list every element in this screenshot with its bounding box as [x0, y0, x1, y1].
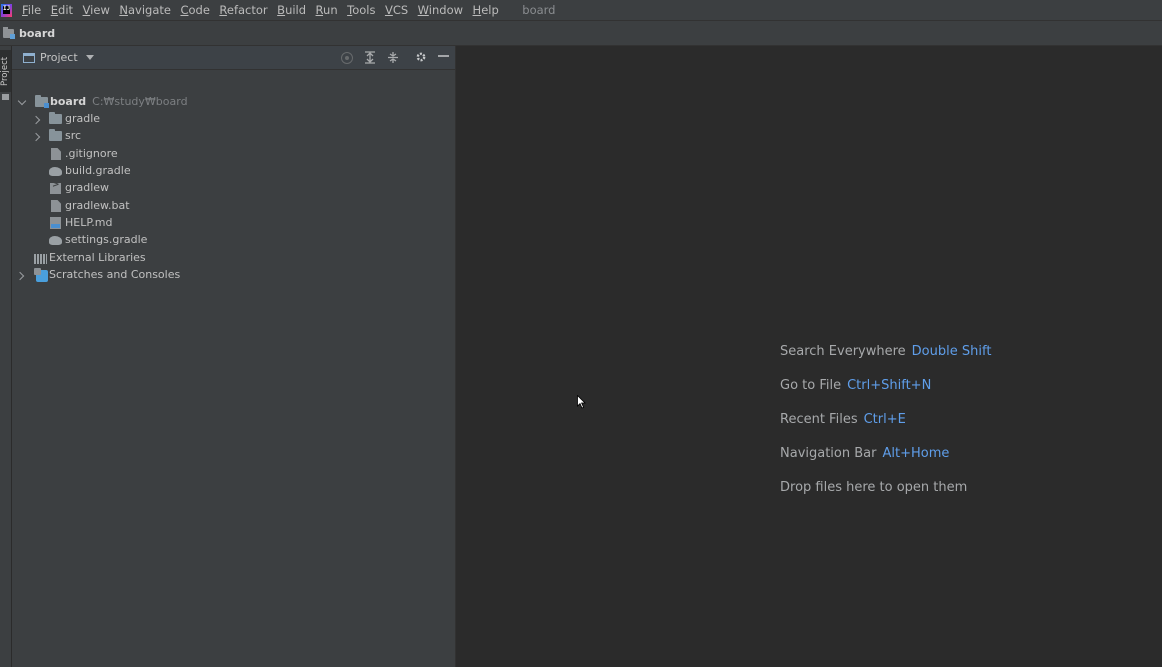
- project-tab-label: Project: [0, 56, 10, 86]
- tree-label: settings.gradle: [65, 233, 148, 246]
- tree-label: .gitignore: [65, 147, 118, 160]
- intellij-logo-icon[interactable]: IJ: [1, 3, 12, 17]
- project-path-hint: C:₩study₩board: [92, 95, 188, 108]
- gear-icon[interactable]: [415, 51, 427, 67]
- hint-drop-files: Drop files here to open them: [780, 480, 967, 495]
- editor-area[interactable]: Search Everywhere Double Shift Go to File…: [457, 46, 1162, 667]
- gitignore-file-icon: [51, 148, 61, 160]
- folder-icon: [49, 112, 62, 124]
- menu-edit[interactable]: Edit: [51, 3, 73, 17]
- tree-label: gradlew.bat: [65, 199, 130, 212]
- menu-vcs[interactable]: VCS: [385, 3, 408, 17]
- tree-row-build-gradle[interactable]: build.gradle: [12, 163, 456, 180]
- hint-recent-files: Recent Files Ctrl+E: [780, 412, 906, 427]
- navigation-bar: board: [0, 20, 1162, 46]
- hint-shortcut: Alt+Home: [882, 446, 950, 461]
- menu-view[interactable]: View: [83, 3, 110, 17]
- hint-text: Recent Files: [780, 412, 858, 427]
- hint-shortcut: Double Shift: [911, 344, 992, 359]
- project-view-icon: [23, 52, 35, 63]
- hint-go-to-file: Go to File Ctrl+Shift+N: [780, 378, 931, 393]
- tree-row-src[interactable]: src: [12, 128, 456, 145]
- chevron-down-icon[interactable]: [17, 96, 27, 106]
- tree-label: External Libraries: [49, 251, 146, 264]
- collapse-all-icon[interactable]: [387, 51, 399, 67]
- tree-row-scratches[interactable]: Scratches and Consoles: [12, 267, 456, 284]
- tree-label: Scratches and Consoles: [49, 268, 181, 281]
- tree-label: board C:₩study₩board: [50, 95, 188, 108]
- tree-row-gradlew-bat[interactable]: gradlew.bat: [12, 198, 456, 215]
- menu-file[interactable]: File: [22, 3, 41, 17]
- libraries-icon: [34, 254, 47, 264]
- menu-navigate[interactable]: Navigate: [119, 3, 171, 17]
- markdown-file-icon: [50, 217, 61, 229]
- expand-all-icon[interactable]: [364, 51, 376, 67]
- menu-refactor[interactable]: Refactor: [219, 3, 267, 17]
- menu-bar: IJ File Edit View Navigate Code Refactor…: [0, 0, 1162, 20]
- gradle-file-icon: [49, 167, 62, 176]
- menu-window[interactable]: Window: [418, 3, 463, 17]
- module-folder-icon: [3, 26, 15, 39]
- tree-row-board[interactable]: board C:₩study₩board: [12, 94, 456, 111]
- tree-row-external-libraries[interactable]: External Libraries: [12, 250, 456, 267]
- tree-label: src: [65, 129, 82, 142]
- logo-text: IJ: [3, 4, 11, 12]
- chevron-right-icon[interactable]: [31, 115, 41, 125]
- hint-text: Search Everywhere: [780, 344, 906, 359]
- project-folder-icon: [2, 94, 9, 100]
- chevron-right-icon[interactable]: [31, 132, 41, 142]
- tree-label: build.gradle: [65, 164, 131, 177]
- tree-row-help-md[interactable]: HELP.md: [12, 215, 456, 232]
- folder-icon: [49, 129, 62, 141]
- bat-file-icon: [51, 200, 61, 212]
- tree-label: gradle: [65, 112, 101, 125]
- tree-row-gradle[interactable]: gradle: [12, 111, 456, 128]
- menu-tools[interactable]: Tools: [347, 3, 375, 17]
- hint-navigation-bar: Navigation Bar Alt+Home: [780, 446, 949, 461]
- menu-build[interactable]: Build: [277, 3, 306, 17]
- module-folder-icon: [35, 95, 49, 108]
- menu-run[interactable]: Run: [316, 3, 338, 17]
- shell-file-icon: [50, 180, 61, 194]
- window-title: board: [522, 3, 556, 17]
- project-panel-header: Project: [12, 46, 455, 70]
- project-tool-window-tab[interactable]: Project: [0, 50, 11, 92]
- chevron-down-icon[interactable]: [85, 55, 94, 60]
- hint-shortcut: Ctrl+Shift+N: [847, 378, 932, 393]
- project-panel: Project board C:₩study₩board gradle src …: [12, 46, 456, 667]
- tree-label: gradlew: [65, 181, 110, 194]
- hint-text: Drop files here to open them: [780, 480, 968, 495]
- hint-text: Navigation Bar: [780, 446, 877, 461]
- tree-row-settings-gradle[interactable]: settings.gradle: [12, 232, 456, 249]
- left-tool-strip: Project: [0, 46, 12, 667]
- tree-row-gitignore[interactable]: .gitignore: [12, 146, 456, 163]
- locate-file-icon[interactable]: [341, 52, 353, 64]
- hint-search-everywhere: Search Everywhere Double Shift: [780, 344, 991, 359]
- breadcrumb-board[interactable]: board: [19, 27, 55, 40]
- menu-help[interactable]: Help: [473, 3, 499, 17]
- hint-shortcut: Ctrl+E: [863, 412, 906, 427]
- minimize-icon[interactable]: [438, 49, 449, 67]
- gradle-file-icon: [49, 236, 62, 245]
- tree-row-gradlew[interactable]: gradlew: [12, 180, 456, 197]
- hint-text: Go to File: [780, 378, 842, 393]
- project-view-selector[interactable]: Project: [40, 51, 78, 64]
- chevron-right-icon[interactable]: [15, 271, 25, 281]
- tree-label: HELP.md: [65, 216, 113, 229]
- scratches-icon: [34, 268, 48, 282]
- menu-code[interactable]: Code: [180, 3, 209, 17]
